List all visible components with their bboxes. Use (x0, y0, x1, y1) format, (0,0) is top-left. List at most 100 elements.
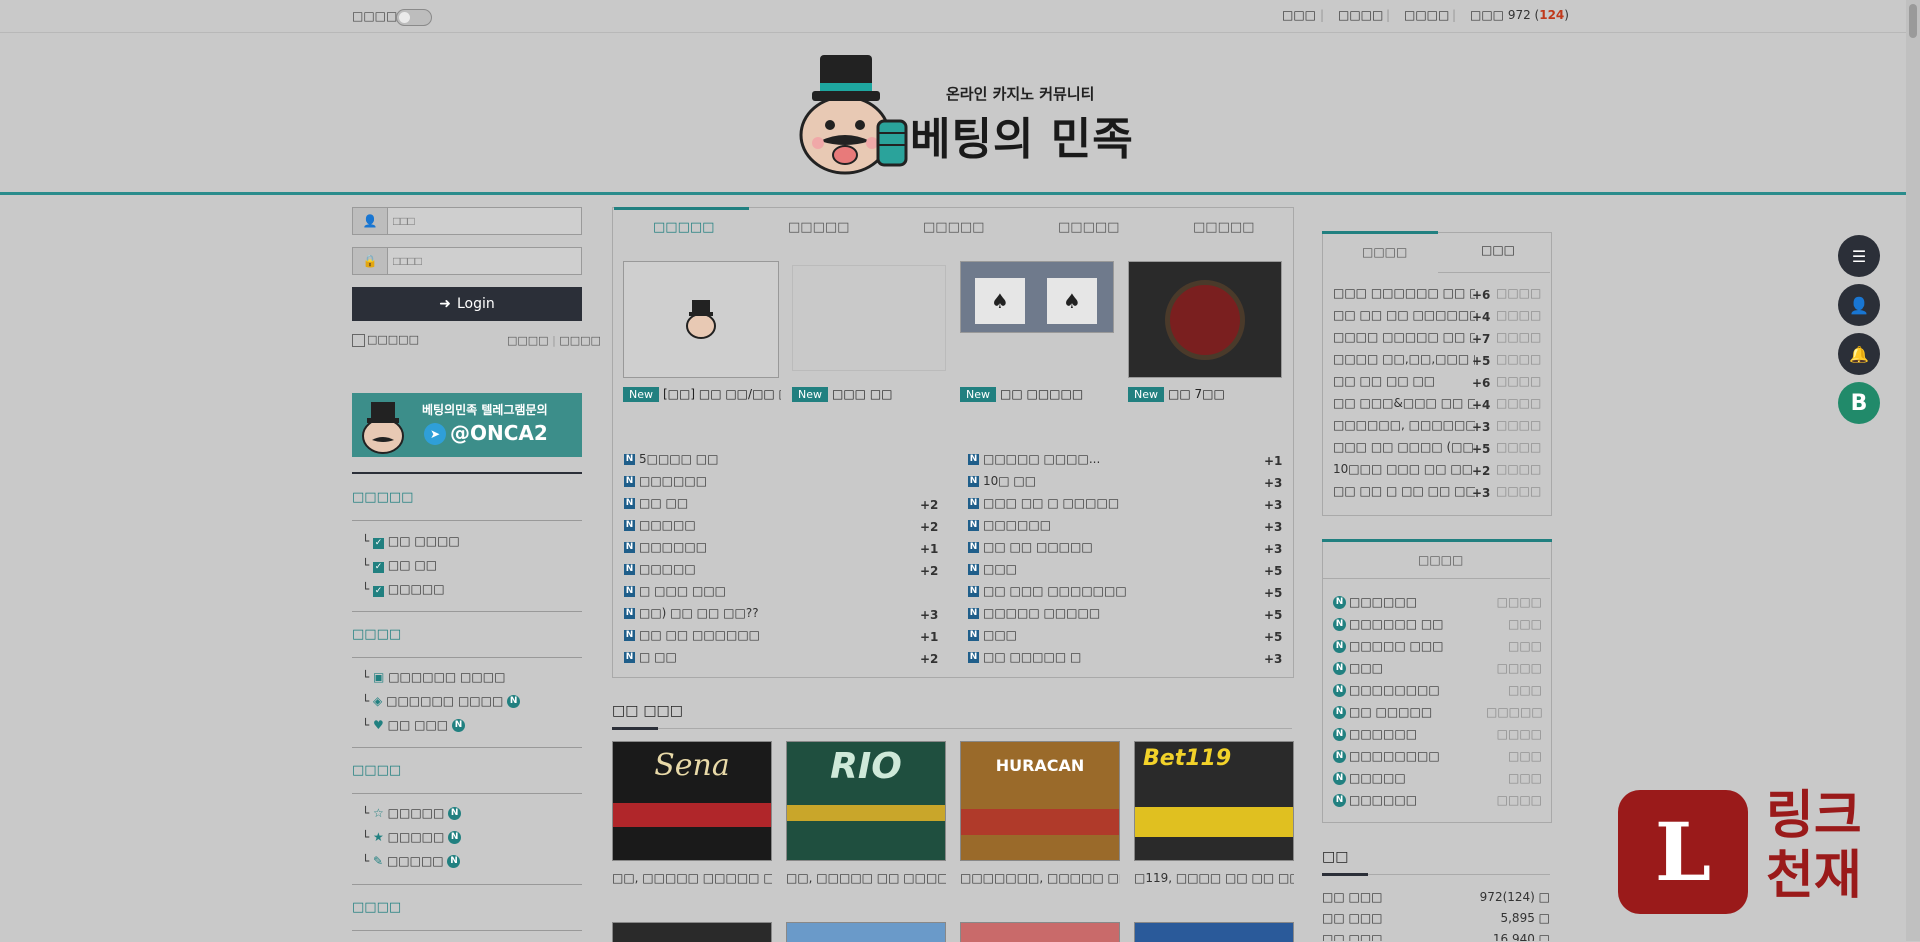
sidebar-item-6[interactable]: └ ♥ □□ □□□ N (362, 718, 465, 732)
find-account-link[interactable]: □□□□ (559, 334, 601, 347)
scrollbar-thumb[interactable] (1909, 4, 1917, 38)
b-button[interactable]: B (1838, 382, 1880, 424)
latest-item[interactable]: N □□□□□□ (1333, 727, 1483, 741)
gallery-caption-1[interactable]: New [□□] □□ □□/□□ □□+□ (623, 387, 781, 402)
popular-item[interactable]: □□□□ □□,□□,□□□ □... (1333, 352, 1475, 366)
post-item[interactable]: N 5□□□□ □□ (624, 452, 924, 466)
latest-item[interactable]: N □□□□□ (1333, 771, 1483, 785)
tab-1[interactable]: □□□□□ (653, 220, 714, 235)
sidebar-item-1[interactable]: └ ✓ □□ □□□□ (362, 534, 460, 549)
tab-2[interactable]: □□□□□ (788, 220, 849, 235)
gallery-thumb-1[interactable] (623, 261, 779, 378)
section-title-1[interactable]: □□□□□ (352, 490, 413, 505)
latest-item[interactable]: N □□□ (1333, 661, 1483, 675)
latest-item[interactable]: N □□ □□□□□ (1333, 705, 1483, 719)
gallery-caption-4[interactable]: New □□ 7□□ (1128, 387, 1286, 402)
partner-caption-2[interactable]: □□, □□□□□ □□ □□□□□ □□□□□ □ (786, 871, 946, 885)
post-item[interactable]: N □□□□□ □□□□... (968, 452, 1248, 466)
user-button[interactable]: 👤 (1838, 284, 1880, 326)
latest-item[interactable]: N □□□□□ □□□ (1333, 639, 1483, 653)
remember-checkbox[interactable] (352, 333, 365, 347)
post-item[interactable]: N □□□□□ (624, 562, 924, 576)
sidebar-item-5[interactable]: └ ◈ □□□□□□ □□□□ N (362, 694, 521, 708)
popular-item[interactable]: □□ □□□&□□□ □□ □□... (1333, 396, 1475, 410)
top-link-1[interactable]: □□□ (1282, 8, 1316, 22)
tab-4[interactable]: □□□□□ (1058, 220, 1119, 235)
sidebar-item-8[interactable]: └ ★ □□□□□ N (362, 830, 462, 844)
post-item[interactable]: N □ □□□ □□□ (624, 584, 924, 598)
sidebar-item-2[interactable]: └ ✓ □□ □□ (362, 558, 437, 573)
post-item[interactable]: N □□ □□ (624, 496, 924, 510)
partner-caption-4[interactable]: □119, □□□□ □□ □□ □□□ □□□ □ (1134, 871, 1294, 885)
popular-item[interactable]: □□ □□ □□ □□ (1333, 374, 1475, 388)
gallery-thumb-3[interactable]: ♠ ♠ (960, 261, 1114, 333)
gallery-caption-2[interactable]: New □□□ □□ (792, 387, 950, 402)
post-item[interactable]: N 10□ □□ (968, 474, 1248, 488)
notification-button[interactable]: 🔔 (1838, 333, 1880, 375)
section-title-4[interactable]: □□□□ (352, 900, 401, 915)
partner-caption-1[interactable]: □□, □□□□□ □□□□□ □□□□ □□□□□ (612, 871, 772, 885)
tab-5[interactable]: □□□□□ (1193, 220, 1254, 235)
partner-banner-7[interactable] (960, 922, 1120, 942)
popular-item[interactable]: □□□ □□□□□□ □□ □□ (1333, 286, 1475, 300)
scrollbar[interactable] (1906, 0, 1920, 941)
site-logo[interactable]: 온라인 카지노 커뮤니티 베팅의 민족 (780, 45, 1140, 175)
post-item[interactable]: N □□□□□□ (624, 540, 924, 554)
post-item[interactable]: N □□□ (968, 562, 1248, 576)
popular-item[interactable]: 10□□□ □□□ □□ □□ (1333, 462, 1475, 476)
partner-banner-4[interactable]: Bet119 (1134, 741, 1294, 861)
tab-comments[interactable]: □□□ (1481, 243, 1515, 257)
post-item[interactable]: N □□□□□ (624, 518, 924, 532)
post-item[interactable]: N □□) □□ □□ □□?? (624, 606, 924, 620)
post-item[interactable]: N □□ □□ □□□□□□ (624, 628, 924, 642)
sidebar-item-3[interactable]: └ ✓ □□□□□ (362, 582, 445, 597)
linkgenius-text: 링크 천재 (1766, 786, 1862, 906)
remember-me[interactable]: □□□□□ (352, 333, 419, 347)
partner-banner-8[interactable] (1134, 922, 1294, 942)
telegram-banner[interactable]: 베팅의민족 텔레그램문의 ➤ @ONCA2 (352, 393, 582, 457)
top-bar (0, 0, 1920, 33)
partner-banner-1[interactable]: Sena (612, 741, 772, 861)
section-title-3[interactable]: □□□□ (352, 763, 401, 778)
partner-banner-3[interactable]: HURACAN (960, 741, 1120, 861)
post-item[interactable]: N □□□□□ □□□□□ (968, 606, 1248, 620)
post-item[interactable]: N □□ □□□□□ □ (968, 650, 1248, 664)
top-link-2[interactable]: □□□□ (1338, 8, 1383, 22)
login-button[interactable]: ➜ Login (352, 287, 582, 321)
tab-3[interactable]: □□□□□ (923, 220, 984, 235)
latest-item[interactable]: N □□□□□□ (1333, 595, 1483, 609)
post-item[interactable]: N □□ □□ □□□□□ (968, 540, 1248, 554)
popular-item[interactable]: □□□□□□, □□□□□□□ ... (1333, 418, 1475, 432)
latest-item[interactable]: N □□□□□□□□ (1333, 683, 1483, 697)
popular-item[interactable]: □□ □□ □□ □□□□□□ □... (1333, 308, 1475, 322)
post-item[interactable]: N □□ □□□ □□□□□□□ (968, 584, 1248, 598)
latest-item[interactable]: N □□□□□□ □□ (1333, 617, 1483, 631)
signup-link[interactable]: □□□□ (507, 334, 549, 347)
top-link-3[interactable]: □□□□ (1404, 8, 1449, 22)
tab-popular[interactable]: □□□□ (1362, 245, 1407, 259)
post-item[interactable]: N □□□□□□ (968, 518, 1248, 532)
post-item[interactable]: N □□□□□□ (624, 474, 924, 488)
sidebar-item-9[interactable]: └ ✎ □□□□□ N (362, 854, 461, 868)
post-item[interactable]: N □ □□ (624, 650, 924, 664)
sidebar-item-4[interactable]: └ ▣ □□□□□□ □□□□ (362, 670, 505, 684)
latest-item[interactable]: N □□□□□□ (1333, 793, 1483, 807)
post-item[interactable]: N □□□ (968, 628, 1248, 642)
gallery-thumb-2[interactable] (792, 265, 946, 371)
sidebar-item-7[interactable]: └ ☆ □□□□□ N (362, 806, 462, 820)
partner-banner-2[interactable]: RIO (786, 741, 946, 861)
menu-button[interactable]: ☰ (1838, 235, 1880, 277)
popular-item[interactable]: □□□ □□ □□□□ (□□□ 5□) (1333, 440, 1475, 454)
partner-banner-6[interactable] (786, 922, 946, 942)
section-title-2[interactable]: □□□□ (352, 627, 401, 642)
partner-caption-3[interactable]: □□□□□□□, □□□□□ □□□□ □□ □□□ (960, 871, 1120, 885)
popular-item[interactable]: □□□□ □□□□□ □□ □□ □□ (1333, 330, 1475, 344)
latest-item[interactable]: N □□□□□□□□ (1333, 749, 1483, 763)
partner-banner-5[interactable] (612, 922, 772, 942)
dark-mode-toggle[interactable] (396, 9, 432, 26)
post-item[interactable]: N □□□ □□ □ □□□□□ (968, 496, 1248, 510)
gallery-caption-3[interactable]: New □□ □□□□□ (960, 387, 1118, 402)
comment-count: +2 (920, 652, 938, 666)
popular-item[interactable]: □□ □□ □ □□ □□ □□ □... (1333, 484, 1475, 498)
gallery-thumb-4[interactable] (1128, 261, 1282, 378)
